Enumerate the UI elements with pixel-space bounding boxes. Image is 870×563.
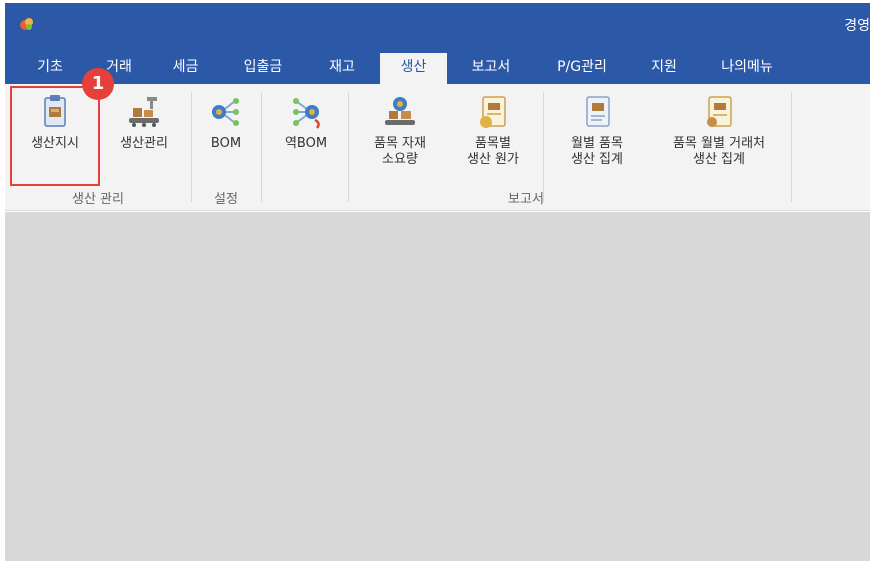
production-cost-label: 품목별 생산 원가: [467, 136, 519, 167]
tree-icon: [212, 98, 239, 126]
production-manage-button[interactable]: 생산관리: [106, 88, 182, 178]
separator: [791, 92, 792, 202]
separator: [543, 92, 544, 202]
ribbon-tab-bar: 기초 거래 세금 입출금 재고 생산 보고서 P/G관리 지원 나의메뉴: [5, 47, 870, 84]
reverse-tree-icon: [293, 98, 320, 129]
monthly-summary-label: 월별 품목 생산 집계: [571, 136, 623, 167]
material-usage-button[interactable]: 품목 자재 소요량: [355, 88, 445, 178]
production-manage-label: 생산관리: [120, 136, 168, 151]
conveyor-icon: [129, 97, 159, 127]
workspace-area: [5, 212, 870, 561]
title-bar: 경영: [5, 3, 870, 47]
bom-button[interactable]: BOM: [198, 88, 254, 178]
ribbon-panel: 생산지시 생산관리 BOM 역BOM 품목 자재 소요량 품목별 생산 원가 월…: [5, 84, 870, 211]
window-title: 경영: [844, 18, 870, 34]
bom-label: BOM: [210, 136, 242, 151]
reverse-bom-label: 역BOM: [284, 136, 328, 151]
tab-production[interactable]: 생산: [380, 53, 447, 84]
cost-report-icon: [480, 96, 506, 128]
highlight-box: [10, 86, 100, 186]
monthly-summary-button[interactable]: 월별 품목 생산 집계: [553, 88, 641, 178]
production-cost-button[interactable]: 품목별 생산 원가: [453, 88, 533, 178]
group-label-settings: 설정: [214, 192, 238, 207]
separator: [348, 92, 349, 202]
tab-basic[interactable]: 기초: [22, 53, 78, 84]
material-icon: [385, 97, 415, 125]
tab-support[interactable]: 지원: [639, 53, 689, 84]
material-usage-label: 품목 자재 소요량: [374, 136, 426, 167]
separator: [191, 92, 192, 202]
vendor-report-icon: [707, 96, 732, 127]
app-logo-icon: [20, 18, 33, 30]
tab-pg-management[interactable]: P/G관리: [542, 53, 622, 84]
monthly-report-icon: [586, 96, 610, 127]
tab-my-menu[interactable]: 나의메뉴: [707, 53, 787, 84]
separator: [261, 92, 262, 202]
group-label-reports: 보고서: [508, 192, 544, 207]
tab-reports[interactable]: 보고서: [457, 53, 525, 84]
tab-inventory[interactable]: 재고: [313, 53, 371, 84]
group-label-production: 생산 관리: [72, 192, 124, 207]
reverse-bom-button[interactable]: 역BOM: [270, 88, 342, 178]
tab-tax[interactable]: 세금: [158, 53, 213, 84]
step-marker: 1: [82, 68, 114, 100]
vendor-summary-button[interactable]: 품목 월별 거래처 생산 집계: [649, 88, 789, 178]
tab-cash[interactable]: 입출금: [231, 53, 295, 84]
vendor-summary-label: 품목 월별 거래처 생산 집계: [673, 136, 765, 167]
